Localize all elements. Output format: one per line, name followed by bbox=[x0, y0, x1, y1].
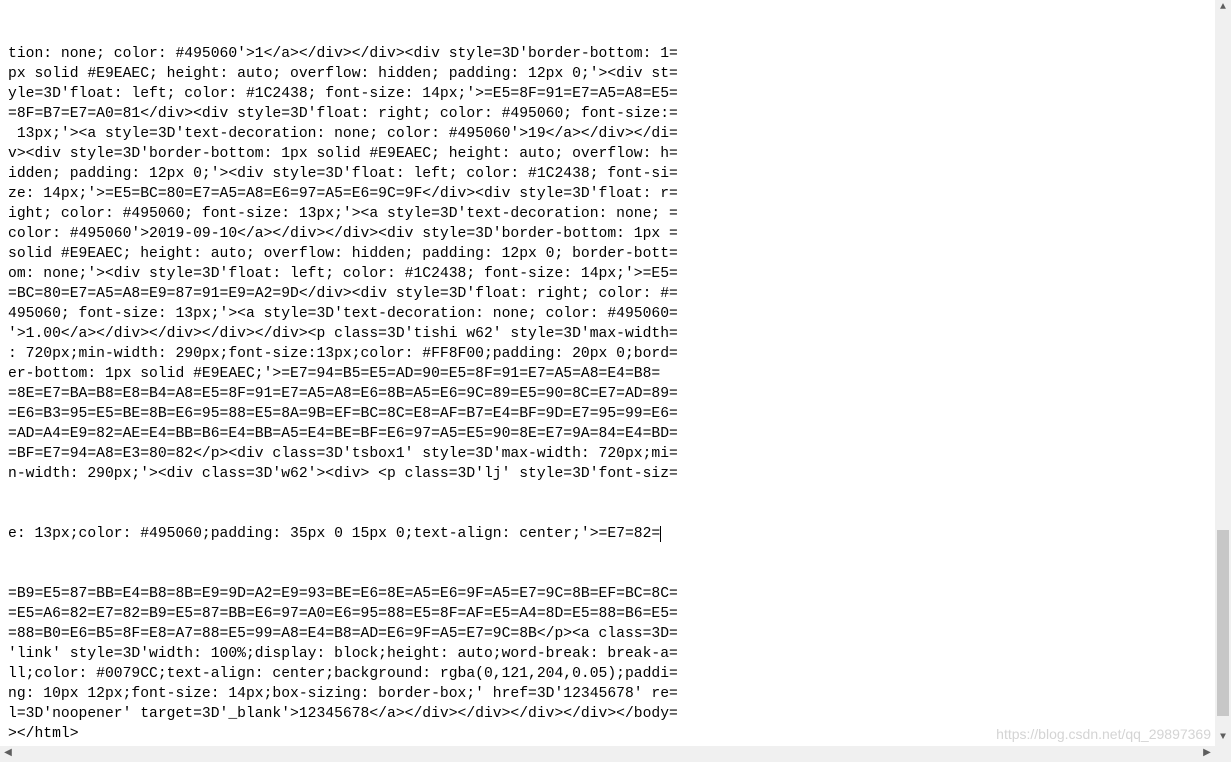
code-line: er-bottom: 1px solid #E9EAEC;'>=E7=94=B5… bbox=[8, 364, 1207, 384]
scroll-right-arrow[interactable]: ▶ bbox=[1199, 746, 1215, 762]
code-line: =E5=A6=82=E7=82=B9=E5=87=BB=E6=97=A0=E6=… bbox=[8, 604, 1207, 624]
code-line: =88=B0=E6=B5=8F=E8=A7=88=E5=99=A8=E4=B8=… bbox=[8, 624, 1207, 644]
code-line: =BC=80=E7=A5=A8=E9=87=91=E9=A2=9D</div><… bbox=[8, 284, 1207, 304]
code-line: 495060; font-size: 13px;'><a style=3D'te… bbox=[8, 304, 1207, 324]
code-line: : 720px;min-width: 290px;font-size:13px;… bbox=[8, 344, 1207, 364]
terminal-output: tion: none; color: #495060'>1</a></div><… bbox=[0, 0, 1215, 746]
vertical-scroll-track[interactable] bbox=[1215, 16, 1231, 730]
code-line: ></html> bbox=[8, 724, 1207, 744]
code-line: ll;color: #0079CC;text-align: center;bac… bbox=[8, 664, 1207, 684]
horizontal-scroll-track[interactable] bbox=[16, 746, 1199, 762]
viewport: tion: none; color: #495060'>1</a></div><… bbox=[0, 0, 1231, 762]
code-line: =B9=E5=87=BB=E4=B8=8B=E9=9D=A2=E9=93=BE=… bbox=[8, 584, 1207, 604]
text-cursor bbox=[660, 526, 661, 542]
code-line: =8F=B7=E7=A0=81</div><div style=3D'float… bbox=[8, 104, 1207, 124]
code-line: tion: none; color: #495060'>1</a></div><… bbox=[8, 44, 1207, 64]
code-line: =AD=A4=E9=82=AE=E4=BB=B6=E4=BB=A5=E4=BE=… bbox=[8, 424, 1207, 444]
code-line: n-width: 290px;'><div class=3D'w62'><div… bbox=[8, 464, 1207, 484]
horizontal-scrollbar[interactable]: ◀ ▶ bbox=[0, 746, 1215, 762]
code-line: px solid #E9EAEC; height: auto; overflow… bbox=[8, 64, 1207, 84]
scroll-corner bbox=[1215, 746, 1231, 762]
code-line: solid #E9EAEC; height: auto; overflow: h… bbox=[8, 244, 1207, 264]
scroll-up-arrow[interactable]: ▲ bbox=[1215, 0, 1231, 16]
scroll-down-arrow[interactable]: ▼ bbox=[1215, 730, 1231, 746]
code-line: ze: 14px;'>=E5=BC=80=E7=A5=A8=E6=97=A5=E… bbox=[8, 184, 1207, 204]
code-line: l=3D'noopener' target=3D'_blank'>1234567… bbox=[8, 704, 1207, 724]
code-line: =8E=E7=BA=B8=E8=B4=A8=E5=8F=91=E7=A5=A8=… bbox=[8, 384, 1207, 404]
code-line: '>1.00</a></div></div></div></div><p cla… bbox=[8, 324, 1207, 344]
code-line: om: none;'><div style=3D'float: left; co… bbox=[8, 264, 1207, 284]
code-line: ng: 10px 12px;font-size: 14px;box-sizing… bbox=[8, 684, 1207, 704]
code-line: color: #495060'>2019-09-10</a></div></di… bbox=[8, 224, 1207, 244]
code-line: yle=3D'float: left; color: #1C2438; font… bbox=[8, 84, 1207, 104]
code-line: =E6=B3=95=E5=BE=8B=E6=95=88=E5=8A=9B=EF=… bbox=[8, 404, 1207, 424]
scroll-left-arrow[interactable]: ◀ bbox=[0, 746, 16, 762]
code-line: 'link' style=3D'width: 100%;display: blo… bbox=[8, 644, 1207, 664]
cursor-line-text: e: 13px;color: #495060;padding: 35px 0 1… bbox=[8, 526, 660, 542]
vertical-scroll-thumb[interactable] bbox=[1217, 530, 1229, 716]
code-line-cursor: e: 13px;color: #495060;padding: 35px 0 1… bbox=[8, 524, 1207, 544]
vertical-scrollbar[interactable]: ▲ ▼ bbox=[1215, 0, 1231, 746]
code-line: =BF=E7=94=A8=E3=80=82</p><div class=3D't… bbox=[8, 444, 1207, 464]
code-line: idden; padding: 12px 0;'><div style=3D'f… bbox=[8, 164, 1207, 184]
code-line: v><div style=3D'border-bottom: 1px solid… bbox=[8, 144, 1207, 164]
code-line: 13px;'><a style=3D'text-decoration: none… bbox=[8, 124, 1207, 144]
code-line: ight; color: #495060; font-size: 13px;'>… bbox=[8, 204, 1207, 224]
